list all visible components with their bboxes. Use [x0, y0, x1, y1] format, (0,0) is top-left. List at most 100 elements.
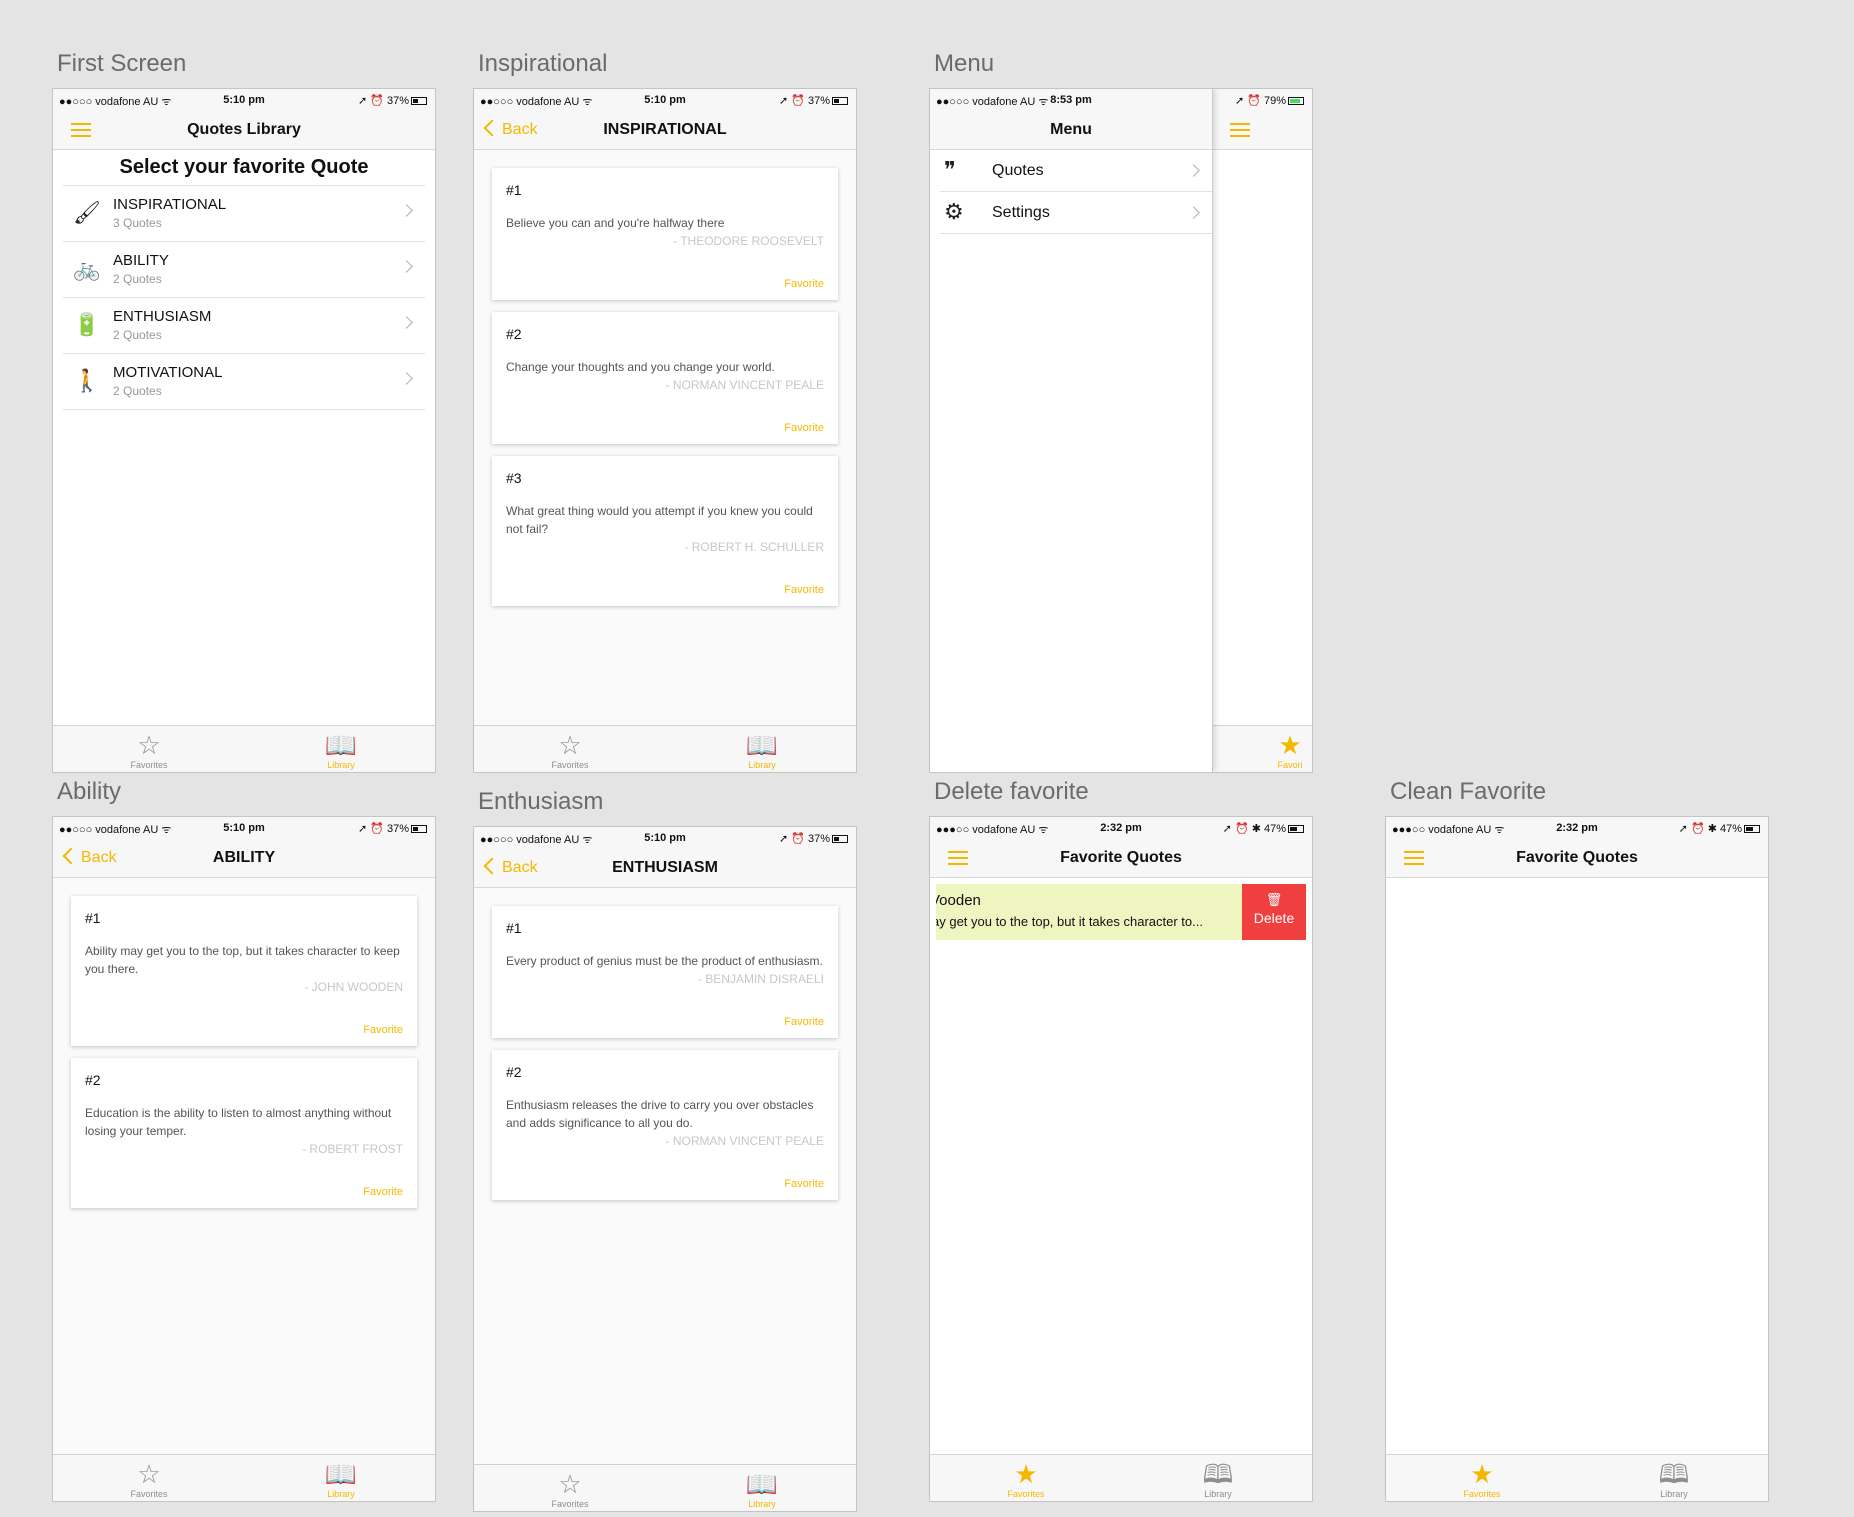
board-label-clean-favorite: Clean Favorite: [1390, 778, 1547, 805]
quote-text: Ability may get you to the top, but it t…: [85, 944, 400, 976]
chevron-right-icon: [400, 204, 413, 217]
tab-bar: ★ Favorites 🕮 Library: [930, 1454, 1312, 1501]
hamburger-menu-icon[interactable]: [1230, 123, 1250, 137]
book-icon: 📖: [745, 730, 779, 760]
phone-clean-favorite: ●●●○○ vodafone AU ᯤ 2:32 pm ➚ ⏰ ✱ 47% Fa…: [1385, 816, 1769, 1502]
quote-author: - NORMAN VINCENT PEALE: [665, 1134, 824, 1148]
battery-icon: [411, 825, 427, 833]
status-right: ➚ ⏰ 37%: [358, 822, 427, 835]
category-count: 2 Quotes: [113, 328, 162, 342]
quote-text: What great thing would you attempt if yo…: [506, 504, 813, 536]
tab-favorites[interactable]: ★ Favorites: [966, 1459, 1086, 1499]
battery-icon: [1288, 825, 1304, 833]
category-row-enthusiasm[interactable]: 🔋 ENTHUSIASM 2 Quotes: [63, 298, 425, 354]
phone-delete-favorite: ●●●○○ vodafone AU ᯤ 2:32 pm ➚ ⏰ ✱ 47% Fa…: [929, 816, 1313, 1502]
battery-icon: [832, 97, 848, 105]
category-row-ability[interactable]: 🚲 ABILITY 2 Quotes: [63, 242, 425, 298]
status-bar: ●●○○○ vodafone AU ᯤ 5:10 pm ➚ ⏰ 37%: [474, 827, 856, 849]
chevron-right-icon: [1187, 164, 1200, 177]
brush-icon: 🖌: [73, 200, 101, 225]
nav-title: Favorite Quotes: [1516, 849, 1638, 866]
star-outline-icon: ☆: [558, 730, 582, 760]
board-label-first-screen: First Screen: [57, 50, 187, 77]
board-label-menu: Menu: [934, 50, 995, 77]
quote-number: #3: [506, 470, 522, 486]
nav-bar: Menu: [930, 111, 1212, 150]
tab-favorites[interactable]: ★ Favorites: [1422, 1459, 1542, 1499]
nav-bar: [1212, 111, 1312, 150]
status-right: ➚ ⏰ 79%: [1235, 94, 1304, 107]
favorite-author: Vooden: [936, 892, 981, 909]
quote-text: Believe you can and you're halfway there: [506, 216, 725, 230]
favorite-button[interactable]: Favorite: [506, 1178, 824, 1190]
battery-icon: [832, 835, 848, 843]
category-title: MOTIVATIONAL: [113, 364, 223, 381]
status-right: ➚ ⏰ ✱ 47%: [1679, 822, 1760, 835]
star-outline-icon: ☆: [137, 730, 161, 760]
category-row-motivational[interactable]: 🚶 MOTIVATIONAL 2 Quotes: [63, 354, 425, 410]
favorite-button[interactable]: Favorite: [506, 278, 824, 290]
star-outline-icon: ☆: [558, 1469, 582, 1499]
nav-title: Favorite Quotes: [1060, 849, 1182, 866]
category-title: ABILITY: [113, 252, 169, 269]
book-icon: 📖: [324, 730, 358, 760]
tab-favorites[interactable]: ☆ Favorites: [89, 1459, 209, 1499]
menu-item-label: Settings: [992, 204, 1050, 221]
menu-item-settings[interactable]: ⚙ Settings: [940, 192, 1212, 234]
favorite-button[interactable]: Favorite: [85, 1186, 403, 1198]
quote-card: #1 Believe you can and you're halfway the…: [492, 168, 838, 300]
tab-library[interactable]: 📖 Library: [281, 1459, 401, 1499]
battery-icon: [1288, 97, 1304, 105]
menu-item-label: Quotes: [992, 162, 1044, 179]
category-count: 3 Quotes: [113, 216, 162, 230]
quote-icon: ❞: [944, 157, 956, 182]
quote-card: #2 Education is the ability to listen to …: [71, 1058, 417, 1208]
tab-library[interactable]: 📖 Library: [702, 730, 822, 770]
favorite-button[interactable]: Favorite: [506, 584, 824, 596]
favorite-button[interactable]: Favorite: [506, 1016, 824, 1028]
nav-bar: Favorite Quotes: [1386, 839, 1768, 878]
gear-icon: ⚙: [944, 199, 964, 224]
tab-library[interactable]: 📖 Library: [281, 730, 401, 770]
star-filled-icon: ★: [1470, 1459, 1494, 1489]
category-row-inspirational[interactable]: 🖌 INSPIRATIONAL 3 Quotes: [63, 186, 425, 242]
tab-library[interactable]: 🕮 Library: [1614, 1459, 1734, 1499]
tab-bar: ★ Favori: [1212, 725, 1312, 772]
nav-bar: Back ABILITY: [53, 839, 435, 878]
phone-inspirational: ●●○○○ vodafone AU ᯤ 5:10 pm ➚ ⏰ 37% Back…: [473, 88, 857, 773]
board-label-delete-favorite: Delete favorite: [934, 778, 1089, 805]
bicycle-icon: 🚲: [73, 256, 101, 281]
status-bar: ●●○○○ vodafone AU ᯤ 5:10 pm ➚ ⏰ 37%: [53, 817, 435, 839]
nav-title: ABILITY: [212, 849, 276, 866]
quote-author: - THEODORE ROOSEVELT: [673, 234, 824, 248]
menu-item-quotes[interactable]: ❞ Quotes: [940, 150, 1212, 192]
quote-number: #1: [506, 920, 522, 936]
status-right: ➚ ⏰ 37%: [779, 94, 848, 107]
nav-bar: Back ENTHUSIASM: [474, 849, 856, 888]
favorite-row-content[interactable]: Vooden ay get you to the top, but it tak…: [936, 884, 1242, 940]
status-bar: ●●○○○ vodafone AU ᯤ 5:10 pm ➚ ⏰ 37%: [53, 89, 435, 111]
quote-number: #1: [506, 182, 522, 198]
page-heading: Select your favorite Quote: [119, 156, 369, 178]
nav-bar: Back INSPIRATIONAL: [474, 111, 856, 150]
quote-number: #1: [85, 910, 101, 926]
tab-favorites[interactable]: ★ Favori: [1260, 730, 1312, 770]
star-filled-icon: ★: [1014, 1459, 1038, 1489]
tab-favorites[interactable]: ☆ Favorites: [510, 1469, 630, 1509]
favorite-button[interactable]: Favorite: [506, 422, 824, 434]
tab-library[interactable]: 📖 Library: [702, 1469, 822, 1509]
quote-number: #2: [85, 1072, 101, 1088]
quote-card: #3 What great thing would you attempt if …: [492, 456, 838, 606]
tab-favorites[interactable]: ☆ Favorites: [89, 730, 209, 770]
board-label-inspirational: Inspirational: [478, 50, 608, 77]
tab-favorites[interactable]: ☆ Favorites: [510, 730, 630, 770]
favorite-row-swiped[interactable]: Vooden ay get you to the top, but it tak…: [936, 884, 1306, 940]
favorite-quote: ay get you to the top, but it takes char…: [936, 914, 1203, 929]
delete-button[interactable]: 🗑 Delete: [1242, 884, 1306, 940]
nav-bar: Quotes Library: [53, 111, 435, 150]
book-outline-icon: 🕮: [1202, 1459, 1234, 1489]
favorite-button[interactable]: Favorite: [85, 1024, 403, 1036]
phone-menu: ●●○○○ vodafone AU ᯤ 8:53 pm Menu ❞ Quote…: [929, 88, 1313, 773]
tab-library[interactable]: 🕮 Library: [1158, 1459, 1278, 1499]
status-bar: ●●●○○ vodafone AU ᯤ 2:32 pm ➚ ⏰ ✱ 47%: [930, 817, 1312, 839]
